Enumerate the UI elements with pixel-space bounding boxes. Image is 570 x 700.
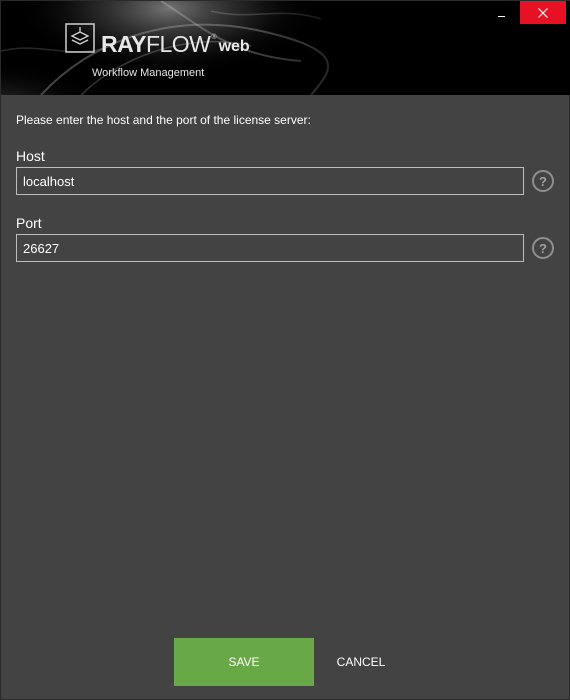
save-button[interactable]: SAVE [174, 638, 314, 686]
port-input[interactable] [16, 234, 524, 262]
host-label: Host [16, 148, 45, 164]
host-input[interactable] [16, 167, 524, 195]
question-mark-icon: ? [539, 173, 547, 189]
license-server-dialog: RAY FLOW ® web Workflow Management Pleas… [0, 0, 570, 700]
port-label: Port [16, 215, 42, 231]
brand-subtitle: Workflow Management [92, 67, 205, 79]
brand-web: web [218, 38, 250, 55]
header-banner: RAY FLOW ® web Workflow Management [1, 1, 570, 95]
brand-flow: FLOW [145, 31, 211, 57]
instructions-text: Please enter the host and the port of th… [16, 113, 311, 127]
question-mark-icon: ? [539, 240, 547, 256]
brand-ray: RAY [101, 31, 146, 57]
brand-registered-mark: ® [211, 34, 217, 41]
brand-wordmark: RAY FLOW ® web [101, 33, 250, 56]
close-button[interactable] [520, 1, 566, 24]
host-help-button[interactable]: ? [532, 170, 554, 192]
minimize-button[interactable] [487, 1, 515, 25]
close-icon [538, 7, 548, 18]
rayflow-logo-icon [65, 23, 95, 53]
cancel-button[interactable]: CANCEL [321, 638, 401, 686]
port-help-button[interactable]: ? [532, 237, 554, 259]
minimize-icon [497, 15, 505, 17]
